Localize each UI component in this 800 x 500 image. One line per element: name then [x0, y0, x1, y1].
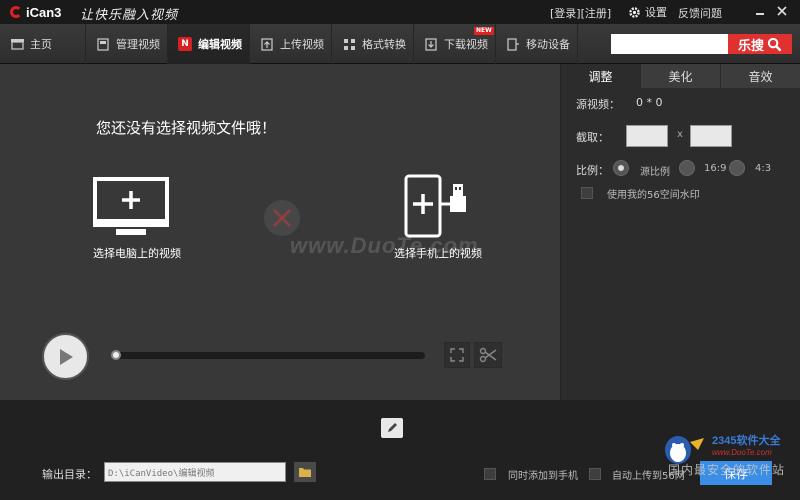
phone-add-icon [404, 174, 466, 238]
crop-height-input[interactable] [690, 125, 732, 147]
mobile-device-icon [506, 37, 520, 51]
ratio-16-9-label: 16:9 [704, 163, 727, 174]
nav-format-convert[interactable]: 格式转换 [332, 24, 414, 64]
settings-button[interactable]: 设置 [628, 4, 667, 20]
nav-edit-video-label: 编辑视频 [198, 38, 242, 51]
fullscreen-icon [450, 348, 464, 362]
tab-beautify[interactable]: 美化 [641, 64, 721, 88]
nav-format-convert-label: 格式转换 [362, 38, 406, 51]
title-bar: iCan3 让快乐融入视频 [登录][注册] 设置 反馈问题 [0, 0, 800, 24]
settings-label: 设置 [645, 6, 667, 19]
pencil-icon [388, 423, 397, 432]
search-button[interactable]: 乐搜 [728, 34, 792, 54]
app-slogan: 让快乐融入视频 [80, 8, 179, 23]
home-icon [10, 37, 24, 51]
radio-selected-dot [618, 165, 624, 171]
nav-upload-video[interactable]: 上传视频 [250, 24, 332, 64]
video-manage-icon [96, 37, 110, 51]
tab-adjust[interactable]: 调整 [561, 64, 641, 88]
ican-logo-icon [10, 6, 22, 18]
select-pc-video-button[interactable] [92, 176, 170, 246]
feedback-link[interactable]: 反馈问题 [678, 5, 722, 21]
upload-icon [260, 37, 274, 51]
select-pc-video-label[interactable]: 选择电脑上的视频 [93, 245, 181, 261]
crop-label: 截取： [576, 131, 609, 144]
duote-watermark-icon [264, 200, 300, 236]
tab-audio[interactable]: 音效 [721, 64, 800, 88]
video-preview-area: 您还没有选择视频文件哦！ 选择电脑上的视频 www.DuoTe.com 选择手机… [0, 64, 560, 400]
nav-manage-video-label: 管理视频 [116, 38, 160, 51]
ratio-label: 比例： [576, 164, 609, 177]
watermark-option-label: 使用我的56空间水印 [607, 190, 700, 201]
source-video-value: 0 * 0 [636, 96, 663, 109]
nav-home-label: 主页 [30, 38, 52, 51]
minimize-button[interactable] [753, 4, 767, 18]
ratio-4-3-label: 4:3 [755, 163, 772, 174]
ratio-4-3-radio[interactable] [729, 160, 745, 176]
nav-download-video-label: 下载视频 [444, 38, 488, 51]
search-input[interactable] [611, 34, 728, 54]
source-video-label: 源视频： [576, 98, 620, 111]
close-button[interactable] [775, 4, 789, 18]
folder-icon [299, 468, 311, 477]
settings-panel: 调整 美化 音效 源视频： 0 * 0 截取： x 比例： 源比例 16:9 4… [560, 64, 800, 400]
auto-upload-checkbox[interactable] [589, 468, 601, 480]
add-to-phone-checkbox[interactable] [484, 468, 496, 480]
add-to-phone-label: 同时添加到手机 [508, 471, 578, 482]
output-dir-input[interactable] [104, 462, 286, 482]
ratio-source-label: 源比例 [640, 167, 670, 178]
edit-button[interactable] [381, 418, 403, 438]
select-phone-video-label[interactable]: 选择手机上的视频 [394, 245, 482, 261]
auto-upload-label: 自动上传到56网 [612, 471, 685, 482]
fullscreen-button[interactable] [444, 342, 470, 368]
download-icon [424, 37, 438, 51]
select-phone-video-button[interactable] [404, 174, 474, 250]
minimize-icon [756, 13, 764, 15]
edit-video-icon: N [178, 37, 192, 51]
nav-mobile-device-label: 移动设备 [526, 38, 570, 51]
app-name: iCan3 [26, 4, 62, 20]
app-logo: iCan3 [10, 3, 61, 21]
new-badge: NEW [474, 27, 494, 35]
nav-edit-video[interactable]: N 编辑视频 [168, 24, 250, 64]
progress-slider[interactable] [111, 350, 425, 360]
save-button[interactable]: 保存 [700, 461, 772, 485]
convert-icon [342, 37, 356, 51]
empty-video-message: 您还没有选择视频文件哦！ [96, 119, 277, 137]
browse-folder-button[interactable] [294, 462, 316, 482]
play-button[interactable] [42, 333, 89, 380]
nav-home[interactable]: 主页 [0, 24, 86, 64]
progress-knob[interactable] [111, 350, 121, 360]
search-icon [767, 37, 782, 51]
nav-mobile-device[interactable]: 移动设备 [496, 24, 578, 64]
login-register-link[interactable]: [登录][注册] [550, 5, 611, 21]
cut-button[interactable] [474, 342, 502, 368]
close-icon [777, 6, 787, 16]
search-button-label: 乐搜 [737, 38, 764, 54]
crop-width-input[interactable] [626, 125, 668, 147]
output-dir-label: 输出目录： [42, 468, 97, 481]
ratio-source-radio[interactable] [613, 160, 629, 176]
gear-icon [629, 6, 640, 18]
watermark-checkbox[interactable] [581, 187, 593, 199]
nav-upload-video-label: 上传视频 [280, 38, 324, 51]
scissors-icon [479, 347, 497, 363]
monitor-add-icon [93, 177, 169, 235]
nav-manage-video[interactable]: 管理视频 [86, 24, 168, 64]
play-icon [59, 348, 73, 365]
crop-separator: x [677, 129, 683, 140]
bottom-bar [0, 400, 800, 500]
ratio-16-9-radio[interactable] [679, 160, 695, 176]
